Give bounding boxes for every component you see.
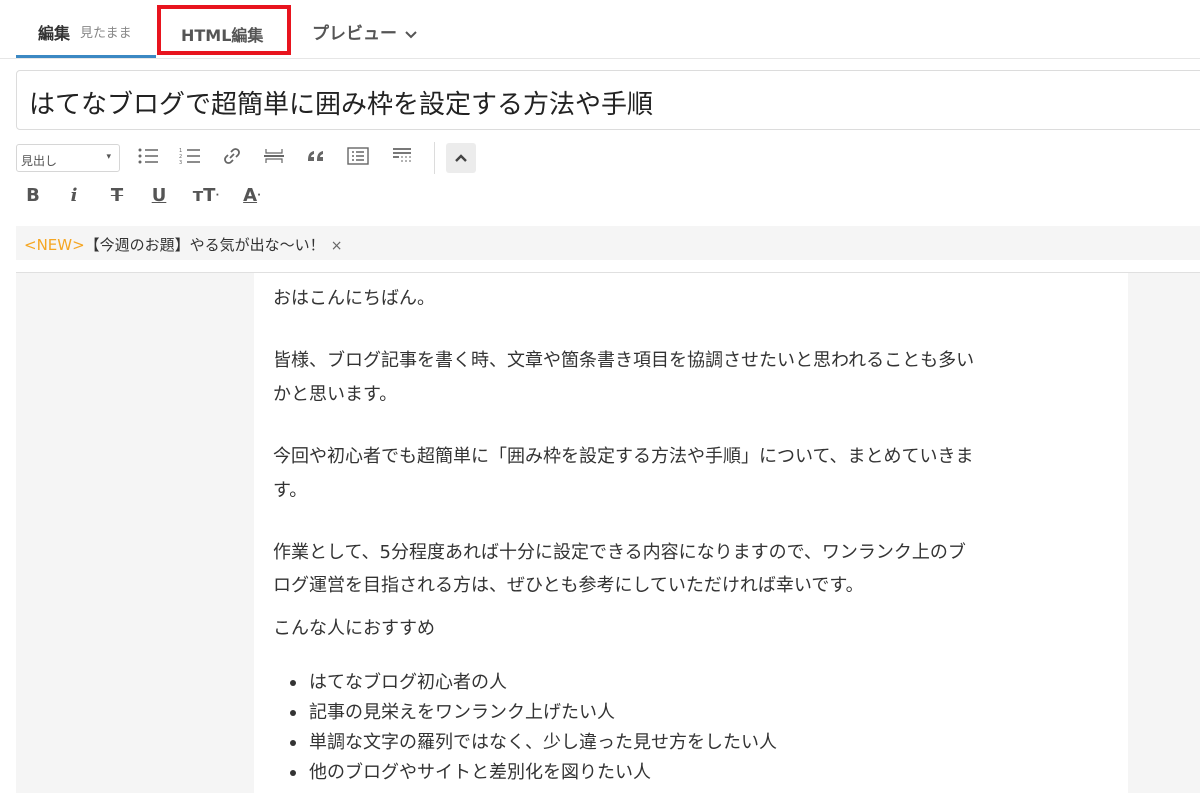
read-more-icon[interactable] bbox=[388, 142, 416, 170]
heading-select[interactable]: 見出し ▾ bbox=[16, 144, 120, 172]
font-size-label: тT bbox=[192, 184, 216, 206]
tab-preview-label: プレビュー bbox=[312, 24, 397, 44]
text-color-label: A bbox=[243, 184, 258, 206]
quote-icon[interactable] bbox=[302, 142, 330, 170]
list-item: 単調な文字の羅列ではなく、少し違った見せ方をしたい人 bbox=[309, 732, 777, 753]
text-color-button[interactable]: A · bbox=[234, 180, 270, 210]
title-input[interactable]: はてなブログで超簡単に囲み枠を設定する方法や手順 bbox=[16, 70, 1200, 130]
notice-link[interactable]: 【今週のお題】やる気が出な〜い！ bbox=[85, 236, 325, 254]
paragraph-2-line-2: す。 bbox=[273, 480, 308, 501]
select-arrow-icon: ▾ bbox=[106, 152, 111, 162]
horizontal-rule-icon[interactable] bbox=[260, 142, 288, 170]
tab-edit-label: 編集 bbox=[38, 24, 71, 43]
paragraph-3-line-1: 作業として、5分程度あれば十分に設定できる内容になりますので、ワンランク上のブ bbox=[273, 542, 966, 563]
recommend-heading: こんな人におすすめ bbox=[273, 618, 435, 639]
paragraph-1-line-1: 皆様、ブログ記事を書く時、文章や箇条書き項目を協調させたいと思われることも多い bbox=[273, 350, 975, 371]
list-item: 記事の見栄えをワンランク上げたい人 bbox=[309, 702, 615, 723]
toolbar-separator bbox=[434, 142, 435, 174]
editor-area: おはこんにちばん。 皆様、ブログ記事を書く時、文章や箇条書き項目を協調させたいと… bbox=[16, 272, 1200, 793]
link-icon[interactable] bbox=[218, 142, 246, 170]
list-item: はてなブログ初心者の人 bbox=[309, 672, 507, 693]
tab-html-label: HTML編集 bbox=[181, 26, 264, 45]
bulleted-list-icon[interactable] bbox=[134, 142, 162, 170]
paragraph-greeting: おはこんにちばん。 bbox=[273, 288, 435, 309]
numbered-list-icon[interactable]: 123 bbox=[176, 142, 204, 170]
italic-button[interactable]: i bbox=[64, 180, 84, 210]
bullet-icon bbox=[290, 770, 296, 776]
underline-button[interactable]: U bbox=[148, 180, 170, 210]
bullet-icon bbox=[290, 740, 296, 746]
title-text: はてなブログで超簡単に囲み枠を設定する方法や手順 bbox=[29, 90, 654, 120]
bold-button[interactable]: B bbox=[22, 180, 44, 210]
bullet-icon bbox=[290, 680, 296, 686]
paragraph-3-line-2: ログ運営を目指される方は、ぜひとも参考にしていただければ幸いです。 bbox=[273, 575, 864, 596]
editor-body[interactable]: おはこんにちばん。 皆様、ブログ記事を書く時、文章や箇条書き項目を協調させたいと… bbox=[254, 273, 1128, 793]
tab-edit-wysiwyg[interactable]: 編集 見たまま bbox=[16, 0, 156, 58]
dropdown-dot-icon: · bbox=[215, 189, 220, 201]
list-item: 他のブログやサイトと差別化を図りたい人 bbox=[309, 762, 651, 783]
tab-preview[interactable]: プレビュー bbox=[312, 19, 417, 44]
editor-tabs: 編集 見たまま HTML編集 プレビュー bbox=[0, 0, 1200, 59]
table-of-contents-icon[interactable] bbox=[344, 142, 372, 170]
close-icon[interactable]: × bbox=[331, 238, 343, 254]
collapse-icon[interactable] bbox=[446, 143, 476, 173]
new-badge: <NEW> bbox=[24, 236, 85, 254]
bullet-icon bbox=[290, 710, 296, 716]
chevron-down-icon bbox=[405, 28, 417, 43]
paragraph-2-line-1: 今回や初心者でも超簡単に「囲み枠を設定する方法や手順」について、まとめていきま bbox=[273, 446, 974, 467]
dropdown-dot-icon: · bbox=[257, 189, 261, 201]
strikethrough-button[interactable]: T bbox=[106, 180, 128, 210]
svg-text:3: 3 bbox=[179, 160, 182, 165]
font-size-button[interactable]: тT · bbox=[188, 180, 224, 210]
notice-bar: <NEW>【今週のお題】やる気が出な〜い！ × bbox=[16, 226, 1200, 260]
tab-html-edit[interactable]: HTML編集 bbox=[157, 5, 291, 55]
paragraph-1-line-2: かと思います。 bbox=[273, 384, 398, 405]
heading-select-value: 見出し bbox=[21, 154, 58, 168]
tab-edit-sublabel: 見たまま bbox=[80, 26, 132, 41]
